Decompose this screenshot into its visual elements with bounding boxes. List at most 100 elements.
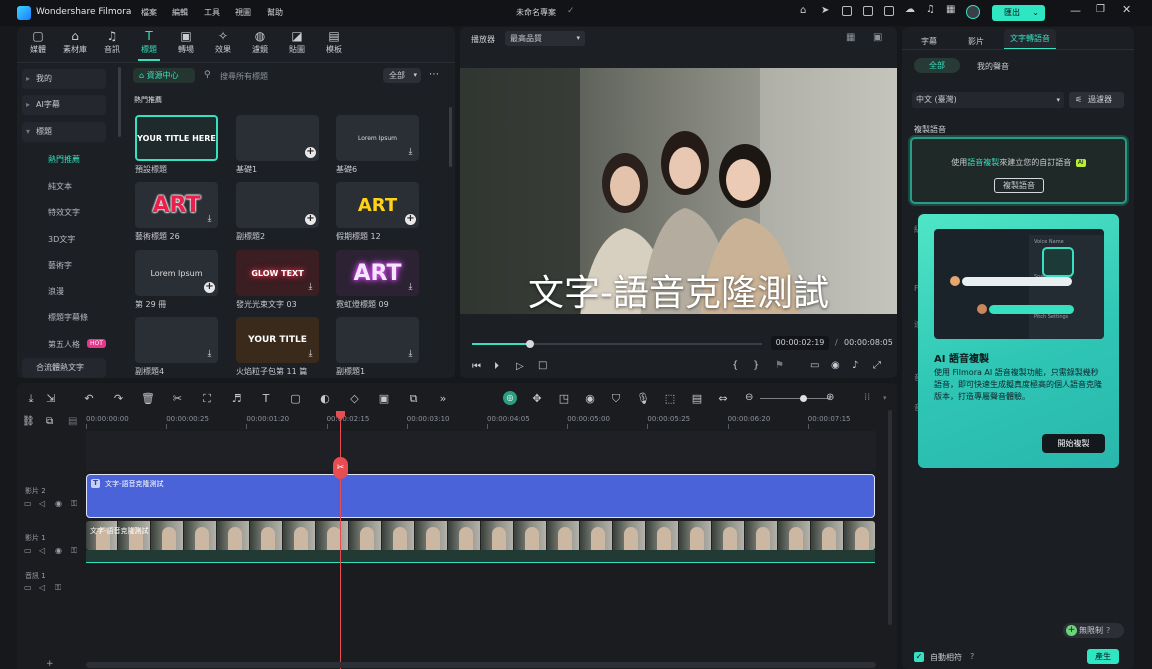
generate-button[interactable]: 產生 bbox=[1087, 649, 1119, 664]
menu-help[interactable]: 幫助 bbox=[267, 7, 283, 18]
library-scrollbar[interactable] bbox=[449, 107, 452, 167]
eye-icon[interactable]: ◉ bbox=[55, 546, 62, 555]
audio-split-icon[interactable]: ♬ bbox=[230, 392, 244, 406]
zoom-out-icon[interactable]: ⊖ bbox=[745, 392, 753, 403]
search-input[interactable]: 搜尋所有標題 bbox=[220, 71, 390, 82]
cloud-icon[interactable]: ☁ bbox=[905, 4, 915, 15]
speaker-icon[interactable]: ◁ bbox=[39, 499, 45, 508]
title-thumbnail[interactable]: ART ⤓ bbox=[336, 250, 419, 296]
tab-video[interactable]: 影片 bbox=[968, 36, 984, 47]
image-icon[interactable] bbox=[884, 6, 894, 16]
add-icon[interactable]: + bbox=[305, 214, 316, 225]
more-tools-icon[interactable]: » bbox=[436, 392, 450, 406]
group-icon[interactable]: ▣ bbox=[377, 392, 391, 406]
snapshot-view-icon[interactable]: ▣ bbox=[873, 32, 882, 43]
mask-icon[interactable]: ◐ bbox=[318, 392, 332, 406]
zoom-slider[interactable] bbox=[760, 395, 830, 402]
sidebar-item-more[interactable]: 合流體熱文字 bbox=[22, 358, 106, 378]
lock-icon[interactable]: ⚿ bbox=[71, 546, 77, 556]
menu-tools[interactable]: 工具 bbox=[204, 7, 220, 18]
sidebar-sub-lower-third[interactable]: 標題字幕條 bbox=[48, 312, 88, 323]
chevron-down-icon[interactable]: ▾ bbox=[883, 394, 887, 402]
select-icon[interactable]: ⇲ bbox=[44, 392, 58, 406]
track-add-icon[interactable]: ⧉ bbox=[46, 416, 53, 427]
prev-frame-icon[interactable]: ⏮ bbox=[472, 361, 481, 372]
volume-icon[interactable]: ♪ bbox=[852, 360, 858, 371]
video-clip[interactable]: 文字-語音克隆測試 bbox=[86, 521, 875, 550]
close-icon[interactable]: ✕ bbox=[1122, 3, 1131, 16]
media-tab[interactable]: ◪ 貼圖 bbox=[282, 28, 312, 60]
resource-center-button[interactable]: ⌂ 資源中心 bbox=[133, 68, 195, 83]
sidebar-sub-identity[interactable]: 第五人格 bbox=[48, 339, 80, 350]
sidebar-sub-romance[interactable]: 浪漫 bbox=[48, 286, 64, 297]
restore-icon[interactable]: ❐ bbox=[1096, 4, 1105, 15]
crop-icon[interactable]: ⛶ bbox=[200, 392, 214, 406]
folder-icon[interactable]: ▭ bbox=[24, 499, 32, 508]
menu-edit[interactable]: 編輯 bbox=[172, 7, 188, 18]
speaker-icon[interactable]: ◁ bbox=[39, 546, 45, 555]
sidebar-sub-3d[interactable]: 3D文字 bbox=[48, 234, 75, 245]
frame-icon[interactable]: ▢ bbox=[289, 392, 303, 406]
clone-voice-button[interactable]: 複製語音 bbox=[994, 178, 1044, 193]
sidebar-sub-effect[interactable]: 特效文字 bbox=[48, 207, 80, 218]
lock-icon[interactable]: ⚿ bbox=[71, 499, 77, 509]
text-icon[interactable]: T bbox=[259, 392, 273, 406]
add-icon[interactable]: + bbox=[305, 147, 316, 158]
export-button[interactable]: 匯出 ⌄ bbox=[992, 5, 1045, 21]
title-thumbnail[interactable]: YOUR TITLE ⤓ bbox=[236, 317, 319, 363]
download-icon[interactable]: ⤓ bbox=[305, 349, 316, 360]
language-dropdown[interactable]: 中文 (臺灣) ▾ bbox=[912, 92, 1064, 108]
zoom-in-icon[interactable]: ⊕ bbox=[826, 392, 834, 403]
eye-icon[interactable]: ◉ bbox=[55, 499, 62, 508]
menu-file[interactable]: 檔案 bbox=[141, 7, 157, 18]
title-thumbnail[interactable]: ART + bbox=[336, 182, 419, 228]
sidebar-scrollbar[interactable] bbox=[118, 67, 121, 137]
add-track-icon[interactable]: + bbox=[46, 659, 54, 669]
title-thumbnail[interactable]: GLOW TEXT ⤓ bbox=[236, 250, 319, 296]
sidebar-item-titles[interactable]: ▾ 標題 bbox=[22, 122, 106, 142]
redo-icon[interactable]: ↷ bbox=[112, 392, 126, 406]
subtab-my-voices[interactable]: 我的聲音 bbox=[977, 61, 1009, 72]
notes-icon[interactable] bbox=[842, 6, 852, 16]
sidebar-item-mine[interactable]: ▸ 我的 bbox=[22, 69, 106, 89]
marker-icon[interactable]: ⚑ bbox=[775, 360, 784, 371]
timeline-v-scrollbar[interactable] bbox=[888, 410, 892, 625]
download-icon[interactable]: ⤓ bbox=[405, 349, 416, 360]
timeline-h-scrollbar[interactable] bbox=[86, 662, 876, 668]
filter-dropdown[interactable]: 全部 ▾ bbox=[383, 68, 421, 83]
download-icon[interactable]: ⤓ bbox=[405, 282, 416, 293]
split-view-icon[interactable]: ⇔ bbox=[716, 392, 730, 406]
minimize-icon[interactable]: — bbox=[1070, 4, 1081, 17]
media-tab[interactable]: ◍ 濾鏡 bbox=[245, 28, 275, 60]
download-icon[interactable]: ⤓ bbox=[204, 349, 215, 360]
scissors-icon[interactable]: ✂ bbox=[333, 457, 348, 479]
delete-icon[interactable]: 🗑 bbox=[141, 392, 155, 406]
save-icon[interactable] bbox=[863, 6, 873, 16]
title-thumbnail[interactable]: ART ⤓ bbox=[135, 182, 218, 228]
speaker-icon[interactable]: ◁ bbox=[39, 583, 45, 592]
help-icon[interactable]: ? bbox=[1106, 626, 1110, 635]
transition-add-icon[interactable]: ⬚ bbox=[663, 392, 677, 406]
track-settings-icon[interactable]: ▤ bbox=[68, 416, 77, 427]
stop-icon[interactable]: □ bbox=[538, 360, 547, 371]
title-thumbnail[interactable]: Lorem Ipsum + bbox=[135, 250, 218, 296]
media-tab[interactable]: ✧ 效果 bbox=[208, 28, 238, 60]
media-tab[interactable]: ▣ 轉場 bbox=[171, 28, 201, 60]
sidebar-sub-plain[interactable]: 純文本 bbox=[48, 181, 72, 192]
keyframe-icon[interactable]: ◇ bbox=[348, 392, 362, 406]
display-icon[interactable]: ▭ bbox=[810, 360, 819, 371]
sidebar-item-ai-subtitle[interactable]: ▸ AI字幕 bbox=[22, 95, 106, 115]
play-slow-icon[interactable]: ⏵ bbox=[494, 361, 499, 372]
shield-icon[interactable]: ⛉ bbox=[609, 392, 623, 406]
camera-icon[interactable]: ◉ bbox=[831, 360, 840, 371]
folder-icon[interactable]: ▭ bbox=[24, 546, 32, 555]
sidebar-sub-art[interactable]: 藝術字 bbox=[48, 260, 72, 271]
video-preview[interactable]: 文字-語音克隆測試 bbox=[460, 68, 897, 314]
grid-icon[interactable]: ▦ bbox=[946, 4, 955, 15]
help-icon[interactable]: ? bbox=[970, 652, 974, 661]
play-icon[interactable]: ▷ bbox=[516, 361, 524, 372]
zoom-slider-handle[interactable] bbox=[800, 395, 807, 402]
avatar[interactable] bbox=[966, 5, 980, 19]
subtab-all[interactable]: 全部 bbox=[914, 58, 960, 73]
screenshot-icon[interactable]: ◳ bbox=[557, 392, 571, 406]
